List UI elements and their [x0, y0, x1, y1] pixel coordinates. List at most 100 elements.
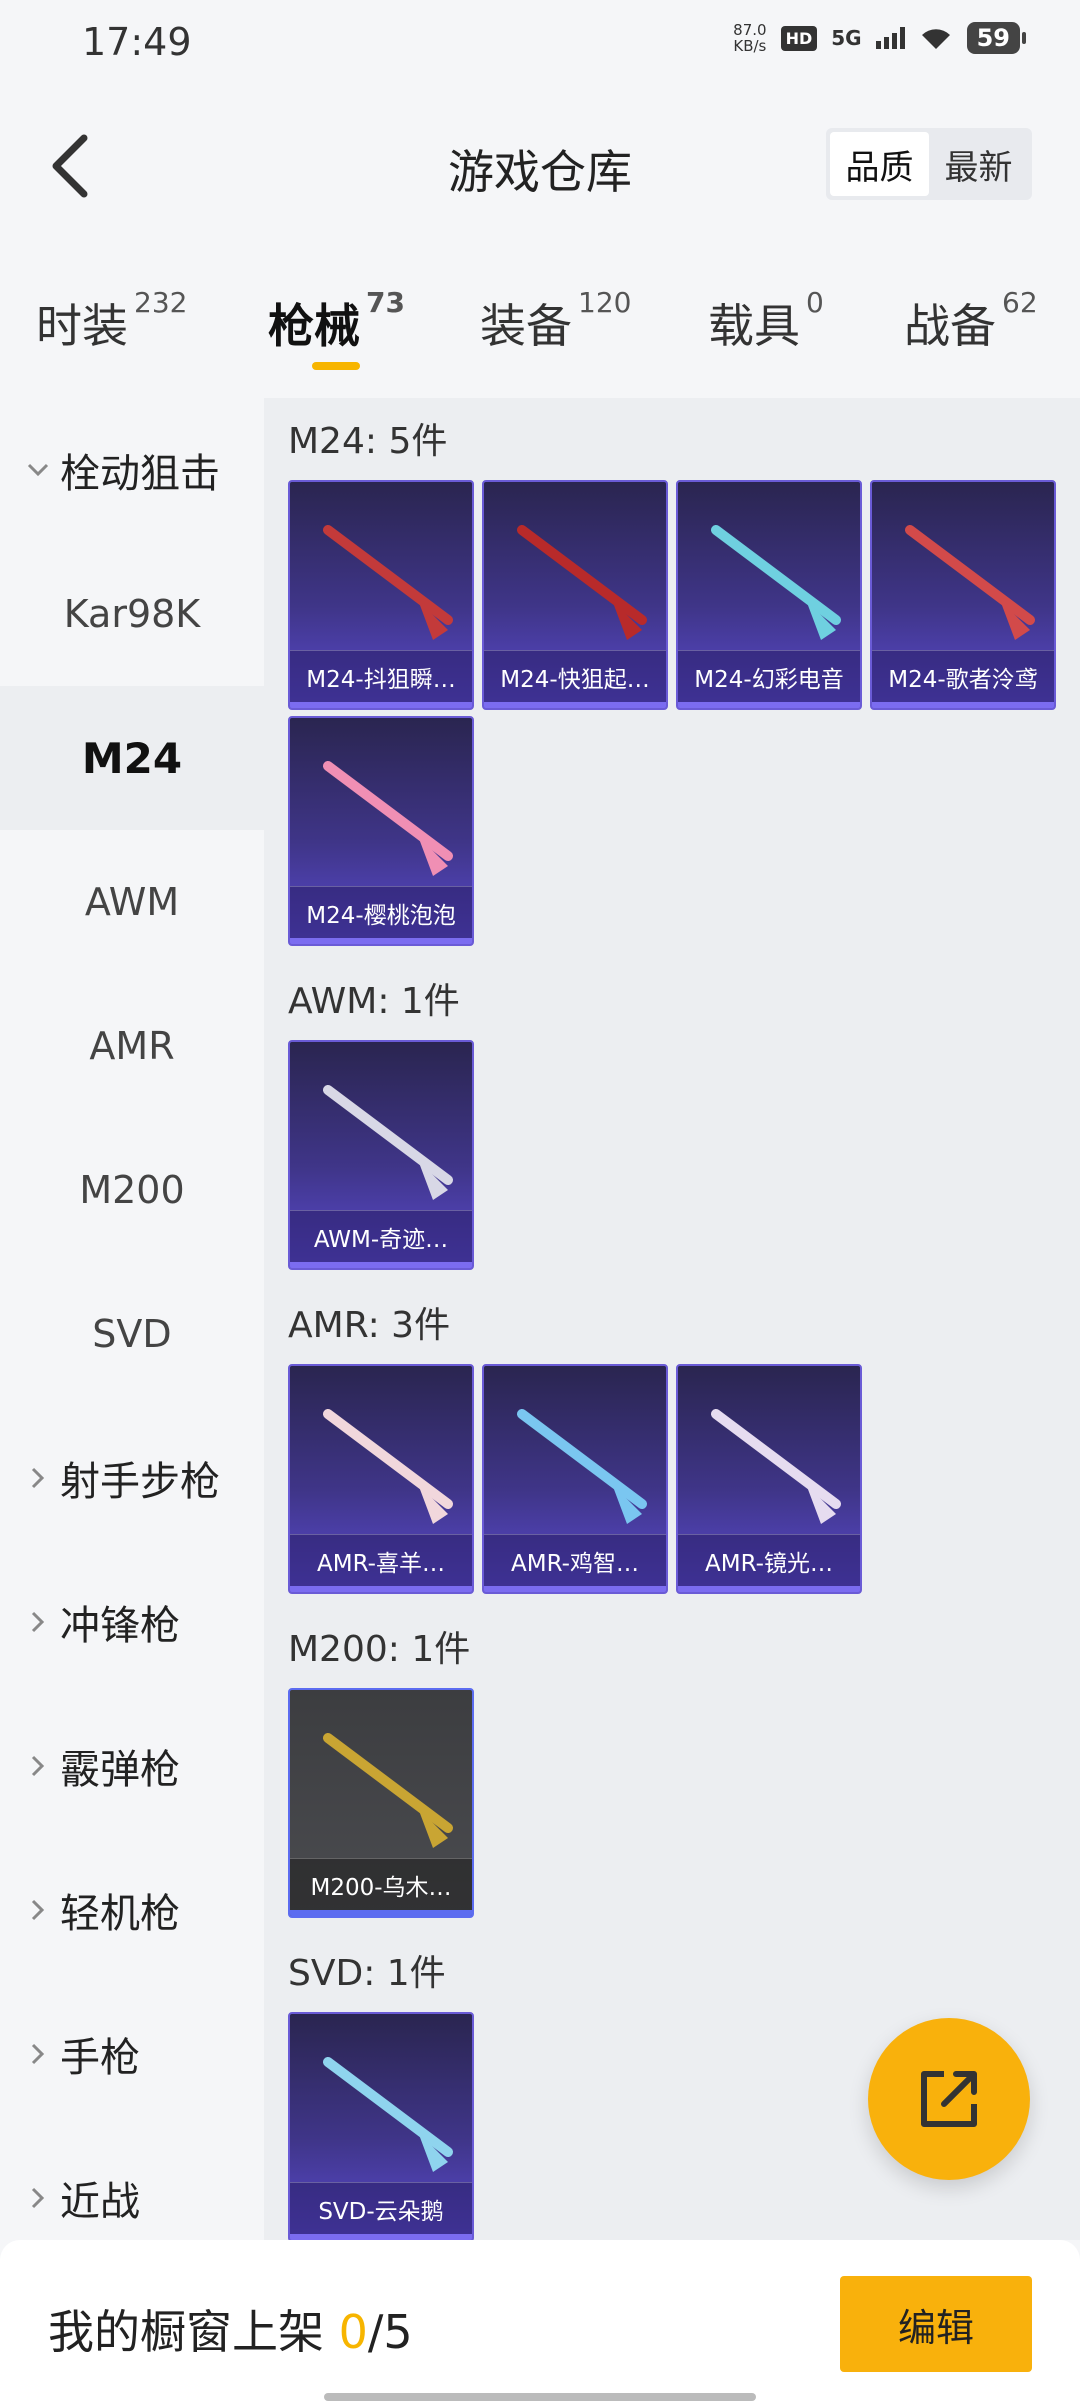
rifle-icon [323, 1409, 453, 1524]
home-indicator[interactable] [324, 2393, 756, 2401]
skin-card[interactable]: AWM-奇迹… [288, 1040, 474, 1270]
sort-toggle: 品质 最新 [826, 128, 1032, 200]
skin-name: M24-抖狙瞬… [290, 650, 472, 702]
rifle-icon [517, 1409, 647, 1524]
skin-card[interactable]: AMR-鸡智… [482, 1364, 668, 1594]
section-title-svd: SVD: 1件 [288, 1953, 446, 1994]
skin-name: M24-幻彩电音 [678, 650, 860, 702]
showcase-total: /5 [367, 2305, 413, 2359]
skin-card[interactable]: AMR-镜光… [676, 1364, 862, 1594]
tab-vehicles[interactable]: 载具 0 [708, 286, 824, 356]
sidebar-item-bolt-sniper[interactable]: 栓动狙击 [0, 398, 264, 542]
tab-label: 装备 [480, 299, 572, 353]
sidebar-item-pistol[interactable]: 手枪 [0, 1982, 264, 2126]
share-button[interactable] [868, 2018, 1030, 2180]
skin-name: M200-乌木… [290, 1858, 472, 1910]
sidebar-item-svd[interactable]: SVD [0, 1262, 264, 1406]
share-external-icon [921, 2071, 977, 2127]
tab-guns[interactable]: 枪械 73 [268, 286, 405, 356]
status-bar: 17:49 87.0 KB/s HD 5G 59 [0, 0, 1080, 86]
rarity-bar [290, 938, 472, 944]
skin-card[interactable]: M24-快狙起… [482, 480, 668, 710]
chevron-right-icon [24, 1608, 52, 1636]
status-icons: 87.0 KB/s HD 5G 59 [733, 22, 1027, 54]
rifle-icon [517, 525, 647, 640]
tab-count: 0 [806, 286, 824, 319]
tab-equipment[interactable]: 装备 120 [480, 286, 631, 356]
tab-label: 战备 [904, 299, 996, 353]
chevron-right-icon [24, 1896, 52, 1924]
weapon-sidebar: 栓动狙击 Kar98K M24 AWM AMR M200 SVD 射手步枪 冲锋… [0, 398, 264, 2240]
battery-icon: 59 [966, 22, 1027, 54]
rifle-icon [323, 1085, 453, 1200]
skin-name: AMR-喜羊… [290, 1534, 472, 1586]
sidebar-item-shotgun[interactable]: 霰弹枪 [0, 1694, 264, 1838]
skin-name: AMR-镜光… [678, 1534, 860, 1586]
sidebar-item-m24[interactable]: M24 [0, 686, 264, 830]
section-title-m200: M200: 1件 [288, 1629, 471, 1670]
skin-name: M24-歌者泠鸢 [872, 650, 1054, 702]
rarity-bar [290, 1262, 472, 1268]
showcase-status: 我的橱窗上架 0/5 [48, 2296, 413, 2362]
chevron-down-icon [24, 456, 52, 484]
sidebar-item-marksman[interactable]: 射手步枪 [0, 1406, 264, 1550]
chevron-right-icon [24, 2040, 52, 2068]
sidebar-item-smg[interactable]: 冲锋枪 [0, 1550, 264, 1694]
skin-name: AMR-鸡智… [484, 1534, 666, 1586]
skin-card[interactable]: M24-樱桃泡泡 [288, 716, 474, 946]
sidebar-item-awm[interactable]: AWM [0, 830, 264, 974]
network-speed-value: 87.0 [733, 21, 767, 39]
skin-name: M24-快狙起… [484, 650, 666, 702]
rarity-bar [484, 702, 666, 708]
signal-icon [875, 27, 905, 49]
rarity-bar [290, 1910, 472, 1916]
network-speed: 87.0 KB/s [733, 22, 766, 54]
rifle-icon [323, 2057, 453, 2172]
sidebar-item-kar98k[interactable]: Kar98K [0, 542, 264, 686]
sidebar-item-label: AMR [89, 1024, 175, 1068]
sidebar-item-lmg[interactable]: 轻机枪 [0, 1838, 264, 1982]
rifle-icon [323, 525, 453, 640]
sidebar-item-m200[interactable]: M200 [0, 1118, 264, 1262]
skin-name: AWM-奇迹… [290, 1210, 472, 1262]
sidebar-item-label: M200 [79, 1168, 185, 1212]
rifle-icon [323, 1733, 453, 1848]
tab-label: 时装 [36, 299, 128, 353]
skin-card[interactable]: M200-乌木… [288, 1688, 474, 1918]
tab-count: 73 [366, 286, 405, 319]
skin-card[interactable]: AMR-喜羊… [288, 1364, 474, 1594]
hd-icon: HD [780, 25, 818, 51]
sidebar-item-label: 近战 [60, 2179, 140, 2225]
rarity-bar [678, 1586, 860, 1592]
tab-fashion[interactable]: 时装 232 [36, 286, 187, 356]
skin-name: SVD-云朵鹅 [290, 2182, 472, 2234]
sidebar-item-label: 轻机枪 [60, 1891, 180, 1937]
skin-card[interactable]: M24-抖狙瞬… [288, 480, 474, 710]
sidebar-item-amr[interactable]: AMR [0, 974, 264, 1118]
sidebar-item-label: 栓动狙击 [60, 451, 220, 497]
5g-icon: 5G [831, 26, 862, 50]
rifle-icon [905, 525, 1035, 640]
rarity-bar [290, 1586, 472, 1592]
active-tab-indicator [312, 362, 360, 370]
skin-card[interactable]: M24-幻彩电音 [676, 480, 862, 710]
sort-latest-button[interactable]: 最新 [929, 132, 1028, 196]
rifle-icon [711, 1409, 841, 1524]
sidebar-item-label: M24 [81, 733, 183, 783]
showcase-count: 0 [338, 2305, 368, 2359]
showcase-bar: 我的橱窗上架 0/5 编辑 [0, 2240, 1080, 2408]
sidebar-item-label: Kar98K [63, 592, 201, 636]
sidebar-item-label: SVD [92, 1312, 172, 1356]
page-header: 游戏仓库 品质 最新 [0, 86, 1080, 246]
skin-name: M24-樱桃泡泡 [290, 886, 472, 938]
sidebar-item-label: 手枪 [60, 2035, 140, 2081]
skin-card[interactable]: M24-歌者泠鸢 [870, 480, 1056, 710]
rarity-bar [872, 702, 1054, 708]
edit-button[interactable]: 编辑 [840, 2276, 1032, 2372]
tab-gear[interactable]: 战备 62 [904, 286, 1038, 356]
tab-label: 枪械 [268, 299, 360, 353]
rifle-icon [711, 525, 841, 640]
skin-card[interactable]: SVD-云朵鹅 [288, 2012, 474, 2240]
sort-quality-button[interactable]: 品质 [830, 132, 929, 196]
section-title-amr: AMR: 3件 [288, 1305, 451, 1346]
